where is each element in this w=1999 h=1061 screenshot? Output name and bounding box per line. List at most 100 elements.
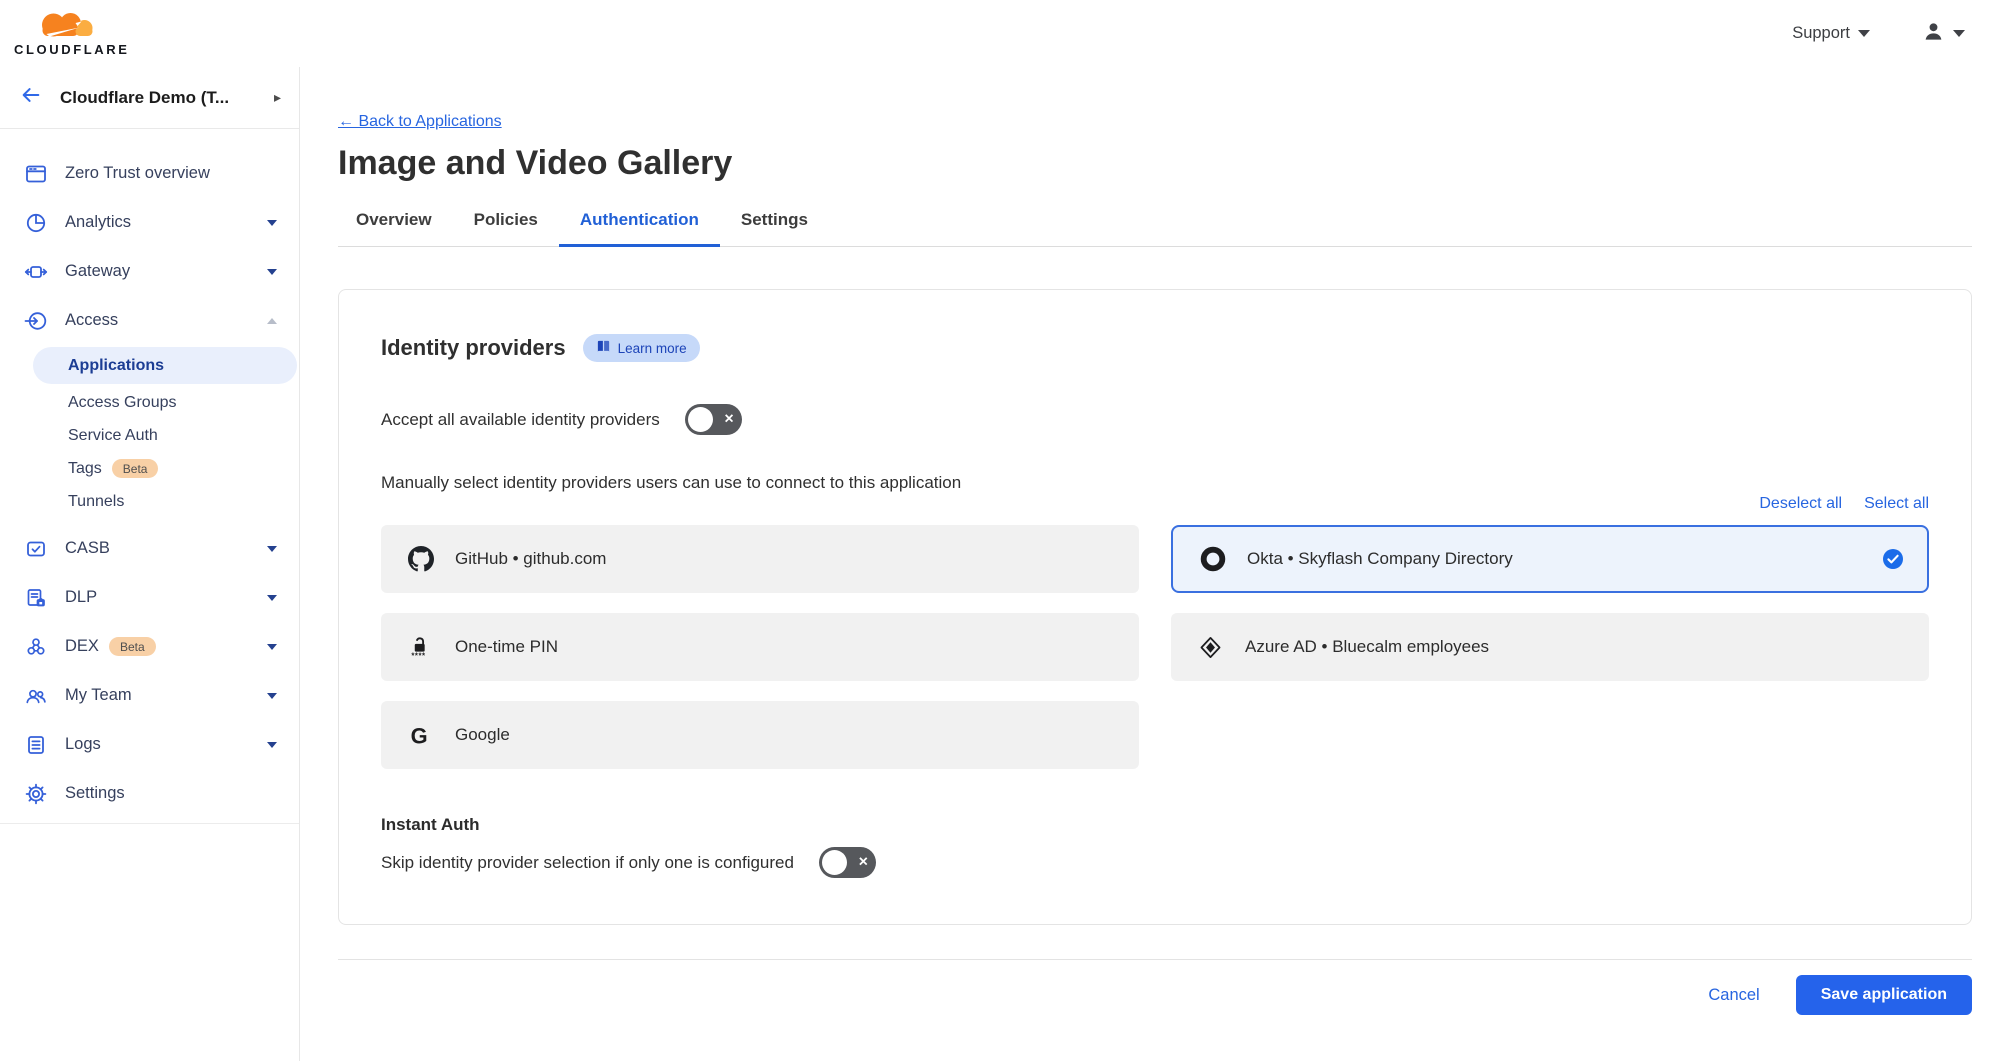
sidebar-item-analytics[interactable]: Analytics [0,198,299,247]
gateway-icon [24,260,48,284]
sidebar-item-zero-trust-overview[interactable]: Zero Trust overview [0,149,299,198]
sidebar-item-dex[interactable]: DEX Beta [0,622,299,671]
provider-name: Azure AD • Bluecalm employees [1245,637,1489,657]
sidebar-item-gateway[interactable]: Gateway [0,247,299,296]
provider-name: One-time PIN [455,637,558,657]
sidebar-item-service-auth[interactable]: Service Auth [0,419,299,452]
svg-text:****: **** [411,651,426,660]
selected-check-icon [1883,549,1903,569]
cancel-button[interactable]: Cancel [1702,985,1765,1006]
sidebar-nav: Zero Trust overview Analytics Gateway [0,129,299,818]
chevron-down-icon [1858,30,1870,37]
chevron-down-icon [267,595,277,601]
sidebar: Cloudflare Demo (T... ▸ Zero Trust overv… [0,67,300,1061]
identity-providers-heading: Identity providers [381,335,566,361]
sidebar-item-tags[interactable]: Tags Beta [0,452,299,485]
sidebar-subitem-label: Applications [68,357,164,375]
cloudflare-wordmark: CLOUDFLARE [14,43,130,56]
selection-links: Deselect all Select all [381,495,1929,513]
sidebar-item-label: Gateway [65,262,130,281]
deselect-all-link[interactable]: Deselect all [1759,495,1842,513]
instant-auth-heading: Instant Auth [381,815,1929,835]
provider-tile-google[interactable]: G Google [381,701,1139,769]
access-submenu: Applications Access Groups Service Auth … [0,345,299,524]
dex-cluster-icon [24,635,48,659]
chevron-down-icon [267,546,277,552]
github-icon [407,546,434,573]
instant-auth-row: Skip identity provider selection if only… [381,847,1929,878]
chevron-down-icon [267,742,277,748]
skip-selection-toggle-off[interactable] [819,847,876,878]
pie-chart-icon [24,211,48,235]
sidebar-item-label: Logs [65,735,101,754]
sidebar-item-label: CASB [65,539,110,558]
card-header: Identity providers Learn more [381,334,1929,362]
skip-selection-label: Skip identity provider selection if only… [381,853,794,873]
chevron-down-icon [267,644,277,650]
beta-badge: Beta [112,459,159,478]
provider-tile-one-time-pin[interactable]: **** One-time PIN [381,613,1139,681]
provider-name: GitHub • github.com [455,549,606,569]
document-lock-icon [24,586,48,610]
sidebar-item-label: DLP [65,588,97,607]
people-icon [24,684,48,708]
account-name: Cloudflare Demo (T... [60,88,229,108]
learn-more-badge[interactable]: Learn more [583,334,700,362]
provider-name: Okta • Skyflash Company Directory [1247,549,1513,569]
sidebar-item-label: DEX [65,637,99,656]
browser-window-icon [24,162,48,186]
accept-all-row: Accept all available identity providers [381,404,1929,435]
tab-bar: Overview Policies Authentication Setting… [338,210,1972,247]
cloudflare-logo[interactable]: CLOUDFLARE [14,11,130,56]
cloudflare-cloud-icon [14,11,117,42]
sidebar-item-settings[interactable]: Settings [0,769,299,818]
topbar: CLOUDFLARE Support [0,0,1999,67]
sidebar-item-tunnels[interactable]: Tunnels [0,485,299,518]
chevron-up-icon [267,318,277,324]
chevron-down-icon [267,269,277,275]
tab-settings[interactable]: Settings [720,210,829,247]
provider-grid: GitHub • github.com Okta • Skyflash Comp… [381,525,1929,769]
book-icon [596,339,611,357]
main-content: ← Back to Applications Image and Video G… [300,67,1999,1061]
log-document-icon [24,733,48,757]
tab-policies[interactable]: Policies [453,210,559,247]
sidebar-subitem-label: Access Groups [68,394,176,412]
user-icon [1922,20,1945,48]
accept-all-toggle-off[interactable] [685,404,742,435]
back-arrow-icon[interactable] [20,84,42,111]
save-application-button[interactable]: Save application [1796,975,1972,1015]
account-switcher[interactable]: Cloudflare Demo (T... ▸ [0,67,299,129]
provider-tile-github[interactable]: GitHub • github.com [381,525,1139,593]
select-all-link[interactable]: Select all [1864,495,1929,513]
sidebar-item-my-team[interactable]: My Team [0,671,299,720]
sidebar-item-access[interactable]: Access [0,296,299,345]
one-time-pin-icon: **** [407,634,434,661]
support-menu-button[interactable]: Support [1786,23,1876,44]
casb-check-box-icon [24,537,48,561]
back-to-applications-link[interactable]: ← Back to Applications [338,113,502,131]
sidebar-subitem-label: Service Auth [68,427,158,445]
sidebar-item-applications[interactable]: Applications [33,347,297,384]
support-label: Support [1792,24,1850,43]
sidebar-item-logs[interactable]: Logs [0,720,299,769]
sidebar-item-casb[interactable]: CASB [0,524,299,573]
provider-tile-okta[interactable]: Okta • Skyflash Company Directory [1171,525,1929,593]
provider-tile-azure-ad[interactable]: Azure AD • Bluecalm employees [1171,613,1929,681]
svg-text:G: G [411,723,428,748]
account-menu-button[interactable] [1916,19,1971,49]
google-icon: G [407,722,434,749]
learn-more-label: Learn more [618,341,687,356]
tab-authentication[interactable]: Authentication [559,210,720,247]
chevron-right-icon: ▸ [274,89,281,106]
manual-select-text: Manually select identity providers users… [381,473,1929,493]
sidebar-item-access-groups[interactable]: Access Groups [0,386,299,419]
tab-overview[interactable]: Overview [338,210,453,247]
sidebar-subitem-label: Tags [68,460,102,478]
sidebar-item-dlp[interactable]: DLP [0,573,299,622]
chevron-down-icon [267,693,277,699]
gear-icon [24,782,48,806]
okta-icon [1199,546,1226,573]
sidebar-item-label: Analytics [65,213,131,232]
sidebar-item-label: My Team [65,686,132,705]
